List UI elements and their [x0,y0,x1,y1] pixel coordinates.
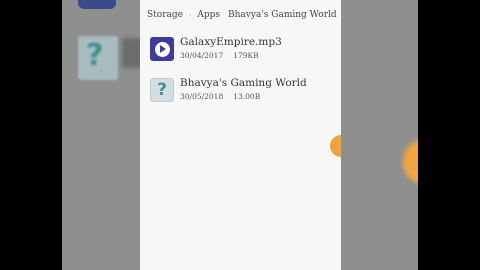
file-date: 30/05/2018 [180,92,224,101]
blurred-right-panel [341,0,418,270]
file-size: 179KB [233,51,259,60]
breadcrumb-apps[interactable]: Apps [193,10,224,20]
blurred-icon-fragment [78,0,116,9]
breadcrumb: Storage › Apps Bhavya's Gaming World [140,0,341,30]
music-file-icon [150,37,174,61]
breadcrumb-storage[interactable]: Storage [140,10,187,20]
breadcrumb-current-folder[interactable]: Bhavya's Gaming World [224,10,341,20]
file-size: 13.00B [233,92,261,101]
file-name: Bhavya's Gaming World [180,77,307,89]
blurred-text [122,38,140,68]
blurred-left-panel: ? [62,0,140,270]
blurred-fab [403,140,418,184]
file-row-unknown[interactable]: ? Bhavya's Gaming World 30/05/2018 13.00B [140,75,341,115]
file-manager-screen: Storage › Apps Bhavya's Gaming World Gal… [140,0,341,270]
file-meta: 30/05/2018 13.00B [180,92,260,101]
blurred-question-icon: ? [78,36,118,80]
file-name: GalaxyEmpire.mp3 [180,36,282,48]
file-meta: 30/04/2017 179KB [180,51,259,60]
file-row-mp3[interactable]: GalaxyEmpire.mp3 30/04/2017 179KB [140,34,341,74]
unknown-file-icon: ? [150,78,174,102]
file-date: 30/04/2017 [180,51,224,60]
